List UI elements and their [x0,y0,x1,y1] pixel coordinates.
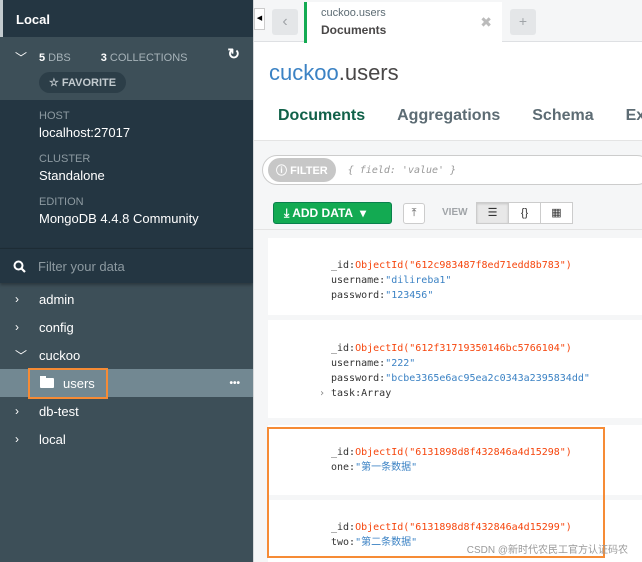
field-username: username:"222" [331,358,416,369]
folder-icon [40,376,54,388]
tab-schema[interactable]: Schema [516,104,609,144]
close-icon[interactable]: ✖ [480,14,492,31]
export-button[interactable]: ⤒ [403,203,425,224]
tab-documents[interactable]: Documents [262,104,382,144]
sidebar-db-config[interactable]: › config [0,313,253,341]
field-id: _id:ObjectId("612f31719350146bc5766104") [331,343,572,354]
cluster-label: CLUSTER [39,153,91,165]
json-view-button[interactable]: {} [508,202,541,224]
filter-box: ⓘ FILTER [262,155,642,185]
title-db: cuckoo [269,60,339,85]
view-switcher: ☰ {} ▦ [476,202,573,224]
braces-icon: {} [520,207,529,219]
document-card[interactable]: _id:ObjectId("612f31719350146bc5766104")… [268,320,642,418]
document-list: _id:ObjectId("612c983487f8ed71edd8b783")… [254,230,642,562]
collection-tabs: Documents Aggregations Schema Exp [262,104,642,144]
sidebar-db-db-test[interactable]: › db-test [0,397,253,425]
table-icon: ▦ [551,207,562,219]
dbs-count: 5 DBS [39,51,71,64]
chevron-right-icon: › [15,292,19,306]
back-button[interactable]: ‹ [272,9,298,35]
sidebar-db-cuckoo[interactable]: ﹀ cuckoo [0,341,253,369]
caret-down-icon: ▾ [359,206,367,220]
sidebar: Local ﹀ 5 DBS 3 COLLECTIONS ☆ FAVORITE ↻ H… [0,0,253,562]
field-password: password:"bcbe3365e6ac95ea2c0343a2395834… [331,373,590,384]
db-name: admin [39,291,75,307]
instance-stats: ﹀ 5 DBS 3 COLLECTIONS ☆ FAVORITE ↻ [0,37,253,100]
search-icon [13,260,26,273]
chevron-right-icon: › [15,404,19,418]
watermark: CSDN @新时代农民工官方认证码农 [466,545,628,556]
connection-title: Local [0,0,253,37]
filter-data-input[interactable] [38,258,218,274]
expand-icon[interactable]: › [319,386,325,401]
tab-cuckoo-users[interactable]: cuckoo.users Documents ✖ [304,2,502,43]
field-id: _id:ObjectId("612c983487f8ed71edd8b783") [331,260,572,271]
sidebar-filter [0,248,253,283]
new-tab-button[interactable]: + [510,9,536,35]
main-panel: ◀ ‹ cuckoo.users Documents ✖ + cuckoo.us… [253,0,642,562]
page-title: cuckoo.users [269,60,399,86]
db-name: db-test [39,403,79,419]
sidebar-db-admin[interactable]: › admin [0,285,253,313]
list-icon: ☰ [487,207,498,219]
refresh-icon[interactable]: ↻ [227,45,240,63]
chevron-down-icon[interactable]: ﹀ [15,49,29,66]
table-view-button[interactable]: ▦ [540,202,573,224]
sidebar-collection-users[interactable]: users ••• [0,368,253,399]
list-view-button[interactable]: ☰ [476,202,509,224]
host-label: HOST [39,110,70,122]
sidebar-db-local[interactable]: › local [0,425,253,453]
title-collection: .users [338,60,399,85]
tab-label: Documents [321,23,387,37]
view-label: VIEW [442,207,468,218]
cluster-value: Standalone [39,168,105,183]
favorite-button[interactable]: ☆ FAVORITE [39,72,127,93]
highlight-box [267,427,605,558]
more-options-icon[interactable]: ••• [229,378,240,389]
instance-info: HOST localhost:27017 CLUSTER Standalone … [0,100,253,248]
chevron-right-icon: › [15,432,19,446]
info-icon: ⓘ [276,165,291,177]
collapse-sidebar-button[interactable]: ◀ [254,8,265,30]
add-data-button[interactable]: ⤓ ADD DATA ▾ [273,202,392,224]
collections-count: 3 COLLECTIONS [100,51,188,64]
edition-label: EDITION [39,196,84,208]
tab-namespace: cuckoo.users [321,7,386,19]
db-name: cuckoo [39,347,81,363]
host-value: localhost:27017 [39,125,131,140]
filter-input[interactable] [347,164,598,176]
edition-value: MongoDB 4.4.8 Community [39,211,199,226]
db-name: local [39,431,66,447]
db-name: config [39,319,74,335]
field-task: › task:Array [319,388,392,399]
query-bar: ⓘ FILTER [254,140,642,192]
chevron-right-icon: › [15,320,19,334]
documents-toolbar: ⤓ ADD DATA ▾ ⤒ VIEW ☰ {} ▦ [254,192,642,230]
field-password: password:"123456" [331,290,434,301]
download-icon: ⤓ [284,206,293,220]
filter-pill[interactable]: ⓘ FILTER [268,158,336,182]
upload-icon: ⤒ [411,207,417,219]
tab-bar: ◀ ‹ cuckoo.users Documents ✖ + [254,0,642,43]
chevron-down-icon: ﹀ [15,348,28,363]
database-tree: › admin › config ﹀ cuckoo users ••• › db-tes… [0,283,253,453]
tab-explain[interactable]: Exp [610,104,642,144]
field-username: username:"dilireba1" [331,275,452,286]
document-card[interactable]: _id:ObjectId("612c983487f8ed71edd8b783")… [268,238,642,315]
tab-aggregations[interactable]: Aggregations [381,104,516,144]
